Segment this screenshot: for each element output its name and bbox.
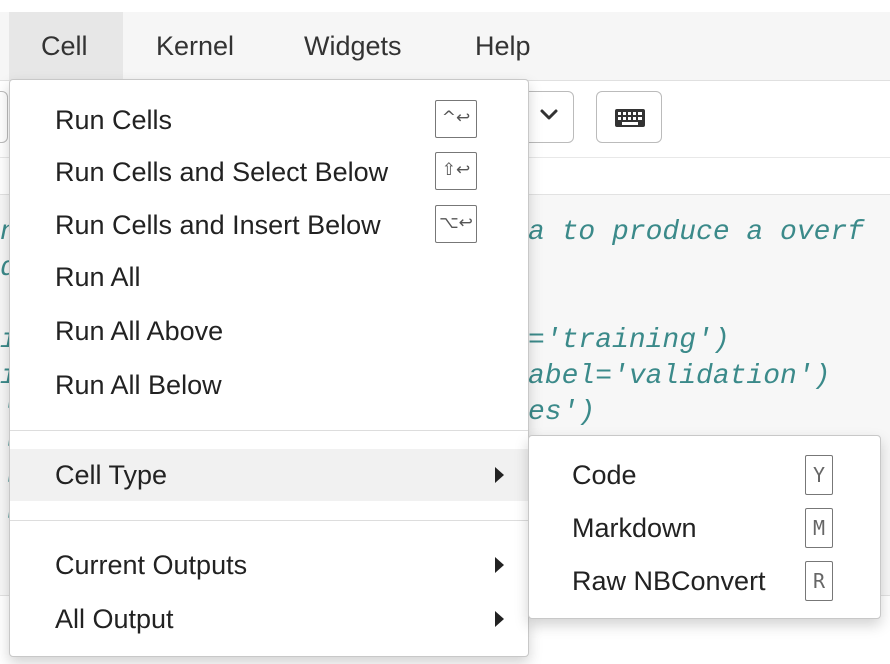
menubar: Cell Kernel Widgets Help bbox=[0, 12, 890, 81]
shortcut-badge: M bbox=[805, 508, 833, 548]
menu-divider bbox=[10, 520, 528, 521]
submenu-markdown[interactable]: Markdown M bbox=[529, 502, 880, 554]
menu-cell-type[interactable]: Cell Type bbox=[10, 449, 528, 501]
chevron-down-icon bbox=[540, 109, 558, 120]
submenu-code[interactable]: Code Y bbox=[529, 449, 880, 501]
menu-item-label: Run All Above bbox=[55, 316, 224, 346]
menu-cell[interactable]: Cell bbox=[9, 12, 123, 80]
menu-item-label: Run All bbox=[55, 262, 141, 292]
submenu-item-label: Markdown bbox=[572, 513, 697, 543]
shortcut-badge: ⇧↩ bbox=[435, 152, 477, 190]
menu-item-label: All Output bbox=[55, 604, 174, 634]
cell-menu-dropdown: Run Cells ^↩ Run Cells and Select Below … bbox=[9, 79, 529, 657]
menu-item-label: Run All Below bbox=[55, 370, 222, 400]
menu-run-cells[interactable]: Run Cells ^↩ bbox=[10, 94, 528, 146]
code-fragment: abel='validation') bbox=[528, 361, 831, 392]
submenu-caret-icon bbox=[495, 557, 504, 573]
submenu-caret-icon bbox=[495, 611, 504, 627]
menu-run-cells-insert-below[interactable]: Run Cells and Insert Below ⌥↩ bbox=[10, 199, 528, 251]
code-fragment: ='training') bbox=[528, 325, 730, 356]
menu-widgets[interactable]: Widgets bbox=[272, 12, 434, 80]
shortcut-badge: ^↩ bbox=[435, 100, 477, 138]
menu-item-label: Run Cells bbox=[55, 105, 173, 135]
menu-item-label: Run Cells and Insert Below bbox=[55, 210, 381, 240]
menu-item-label: Run Cells and Select Below bbox=[55, 157, 389, 187]
submenu-item-label: Raw NBConvert bbox=[572, 566, 766, 596]
cell-type-submenu: Code Y Markdown M Raw NBConvert R bbox=[528, 435, 881, 619]
menu-divider bbox=[10, 430, 528, 431]
keyboard-shortcuts-button[interactable] bbox=[596, 91, 662, 143]
shortcut-badge: R bbox=[805, 561, 833, 601]
code-fragment: a to produce a overf bbox=[528, 217, 865, 248]
shortcut-badge: ⌥↩ bbox=[435, 205, 477, 243]
shortcut-badge: Y bbox=[805, 455, 833, 495]
menu-all-output[interactable]: All Output bbox=[10, 593, 528, 645]
menu-item-label: Cell Type bbox=[55, 460, 168, 490]
keyboard-icon bbox=[615, 109, 645, 127]
submenu-caret-icon bbox=[495, 467, 504, 483]
code-fragment: es') bbox=[528, 397, 596, 428]
submenu-item-label: Code bbox=[572, 460, 637, 490]
menu-help[interactable]: Help bbox=[443, 12, 563, 80]
toolbar-button-partial[interactable] bbox=[0, 91, 8, 143]
menu-run-all[interactable]: Run All bbox=[10, 251, 528, 303]
submenu-raw-nbconvert[interactable]: Raw NBConvert R bbox=[529, 555, 880, 607]
menu-current-outputs[interactable]: Current Outputs bbox=[10, 539, 528, 591]
menu-kernel[interactable]: Kernel bbox=[124, 12, 266, 80]
menu-run-cells-select-below[interactable]: Run Cells and Select Below ⇧↩ bbox=[10, 146, 528, 198]
menu-run-all-above[interactable]: Run All Above bbox=[10, 305, 528, 357]
menu-item-label: Current Outputs bbox=[55, 550, 248, 580]
menu-run-all-below[interactable]: Run All Below bbox=[10, 359, 528, 411]
